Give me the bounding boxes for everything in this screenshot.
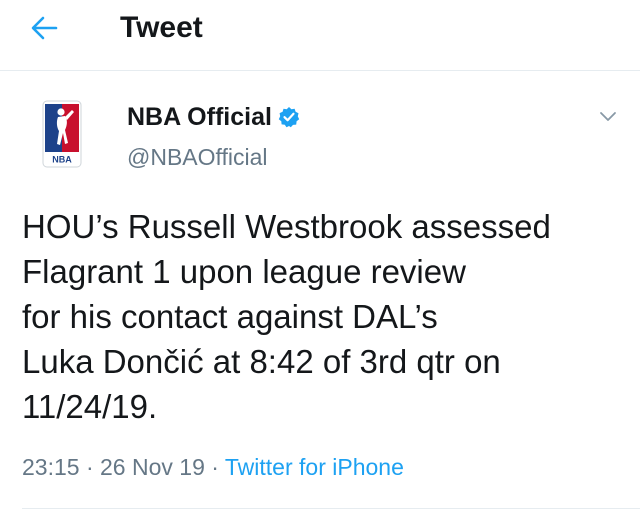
tweet-divider [22, 508, 640, 509]
tweet-text-line: Luka Dončić at 8:42 of 3rd qtr on [22, 343, 501, 380]
arrow-left-icon[interactable] [30, 14, 58, 42]
avatar[interactable]: NBA [42, 100, 82, 168]
tweet-text: HOU’s Russell Westbrook assessed Flagran… [22, 204, 632, 429]
top-bar: Tweet [0, 0, 640, 62]
meta-separator: · [79, 454, 101, 480]
tweet-text-line: for his contact against DAL’s [22, 298, 438, 335]
author-name[interactable]: NBA Official [127, 102, 272, 132]
author-info[interactable]: NBA Official [127, 100, 300, 134]
verified-badge-icon [278, 107, 300, 128]
tweet-text-line: HOU’s Russell Westbrook assessed [22, 208, 551, 245]
page-title: Tweet [120, 11, 203, 44]
tweet-text-line: Flagrant 1 upon league review [22, 253, 466, 290]
meta-separator: · [204, 454, 225, 480]
tweet-source-link[interactable]: Twitter for iPhone [225, 454, 404, 480]
tweet-time: 23:15 [22, 454, 80, 480]
tweet-metadata: 23:15 · 26 Nov 19 · Twitter for iPhone [22, 452, 404, 482]
header-divider [0, 70, 640, 71]
tweet-text-line: 11/24/19. [22, 388, 158, 425]
avatar-text: NBA [52, 155, 72, 165]
chevron-down-icon[interactable] [598, 108, 618, 124]
tweet-date: 26 Nov 19 [100, 454, 205, 480]
author-handle[interactable]: @NBAOfficial [127, 142, 268, 172]
